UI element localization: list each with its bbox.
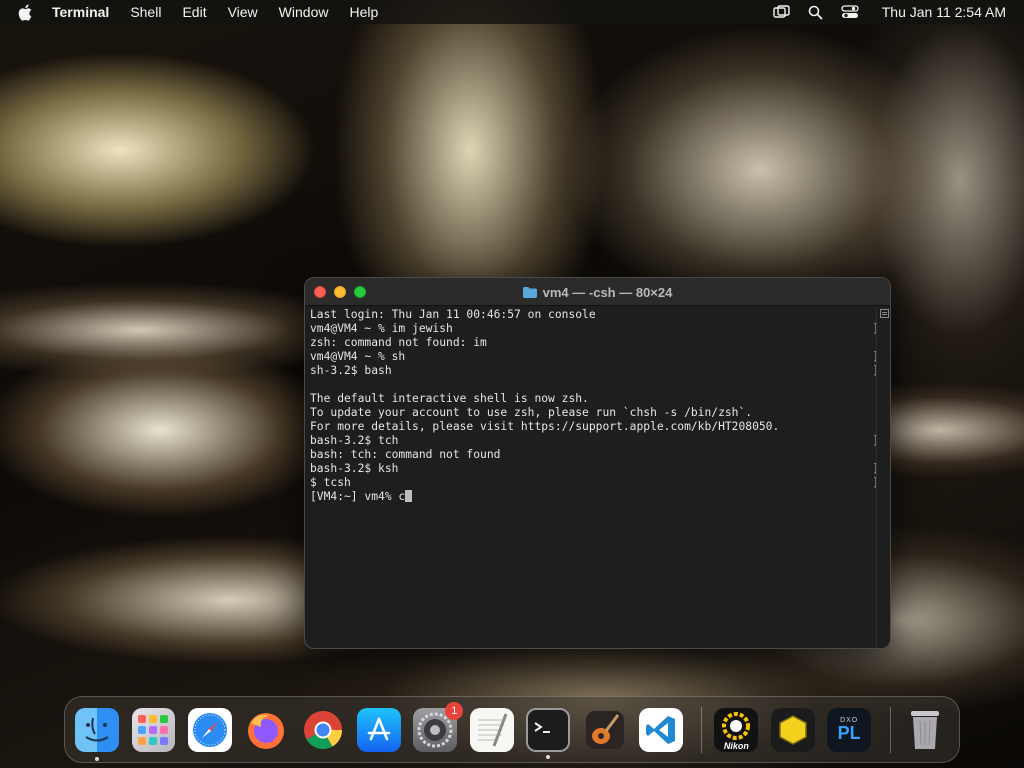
dock-trash[interactable] [903,708,947,752]
menu-help[interactable]: Help [349,4,378,20]
notification-badge: 1 [445,701,464,720]
screen-mirroring-icon[interactable] [772,4,792,20]
terminal-line: For more details, please visit https://s… [310,420,871,434]
terminal-line-text: vm4@VM4 ~ % sh [310,350,406,363]
menu-shell[interactable]: Shell [130,4,161,20]
terminal-title-text: vm4 — -csh — 80×24 [542,284,673,300]
menu-app-name[interactable]: Terminal [52,4,109,20]
dock-chrome[interactable] [301,708,345,752]
apple-icon[interactable] [18,3,36,21]
app-store-icon [367,717,391,740]
terminal-line-text: zsh: command not found: im [310,336,487,349]
terminal-icon [534,721,551,733]
running-indicator [95,756,99,761]
yellow-hexagon-icon [779,714,807,745]
terminal-line-text: bash: tch: command not found [310,448,501,461]
trash-icon [910,710,939,749]
text-cursor [405,490,413,502]
menu-edit[interactable]: Edit [182,4,206,20]
terminal-line: sh-3.2$ bash] [310,364,879,378]
menu-window[interactable]: Window [279,4,329,20]
zoom-window-button[interactable] [354,285,366,298]
minimize-window-button[interactable] [334,285,346,298]
terminal-line: vm4@VM4 ~ % sh] [310,350,879,364]
dock-app-store[interactable] [357,707,401,752]
terminal-line-text: bash-3.2$ ksh [310,462,399,475]
terminal-line: vm4@VM4 ~ % im jewish] [310,322,879,336]
terminal-line: bash-3.2$ tch] [310,434,879,448]
dock-separator [889,706,891,753]
dock-yellow-app[interactable] [770,707,815,752]
terminal-line: bash: tch: command not found [310,448,871,462]
safari-icon [192,712,227,747]
marks-indicator-icon[interactable] [880,309,889,318]
control-center-icon[interactable] [840,4,860,20]
vscode-icon [645,715,675,744]
dock-textedit[interactable] [469,707,514,752]
running-indicator [546,754,551,759]
nikon-label: Nikon [723,740,749,751]
dock-separator [701,706,703,753]
terminal-line: Last login: Thu Jan 11 00:46:57 on conso… [310,308,871,322]
textedit-icon [477,712,508,747]
menu-bar: Terminal Shell Edit View Window Help Thu… [0,0,1024,24]
folder-icon [522,286,537,298]
dock-finder[interactable] [75,707,119,761]
terminal-line-text: To update your account to use zsh, pleas… [310,406,753,419]
dock: 1 Nikon DXO PL [64,696,960,763]
firefox-icon [248,712,285,749]
terminal-line-text: sh-3.2$ bash [310,364,392,377]
dock-vscode[interactable] [639,707,683,752]
terminal-line-text: bash-3.2$ tch [310,434,399,447]
dock-terminal[interactable] [526,707,571,759]
terminal-line-text: $ tcsh [310,476,351,489]
terminal-line-text: For more details, please visit https://s… [310,420,780,433]
menu-view[interactable]: View [228,4,258,20]
terminal-output[interactable]: Last login: Thu Jan 11 00:46:57 on conso… [305,307,879,648]
terminal-title: vm4 — -csh — 80×24 [305,278,890,306]
terminal-line-text: Last login: Thu Jan 11 00:46:57 on conso… [310,308,596,321]
guitar-icon [585,710,624,749]
dock-garageband[interactable] [583,708,627,752]
terminal-line: $ tcsh] [310,476,879,490]
terminal-titlebar[interactable]: vm4 — -csh — 80×24 [305,278,890,306]
dock-system-settings[interactable]: 1 [413,701,464,752]
terminal-line-text: The default interactive shell is now zsh… [310,392,589,405]
terminal-prompt-line[interactable]: [VM4:~] vm4% c [310,490,871,504]
terminal-window[interactable]: vm4 — -csh — 80×24 Last login: Thu Jan 1… [304,277,891,649]
finder-icon [85,717,109,741]
terminal-line: To update your account to use zsh, pleas… [310,406,871,420]
search-icon[interactable] [806,4,826,20]
dock-launchpad[interactable] [131,707,176,752]
terminal-line: bash-3.2$ ksh] [310,462,879,476]
pl-label: PL [837,723,861,743]
dock-firefox[interactable] [244,708,288,752]
launchpad-icon [138,714,169,745]
chrome-icon [303,710,342,749]
terminal-line-text: vm4@VM4 ~ % im jewish [310,322,453,335]
pl-icon: DXO PL [838,717,861,742]
terminal-prompt-text: [VM4:~] vm4% c [310,490,406,503]
dock-dxo-photolab[interactable]: DXO PL [827,707,872,752]
menu-clock[interactable]: Thu Jan 11 2:54 AM [882,4,1006,20]
terminal-line: zsh: command not found: im [310,336,871,350]
dock-safari[interactable] [187,707,232,752]
dock-nikon[interactable]: Nikon [714,707,759,752]
terminal-scrollbar[interactable] [876,307,890,648]
terminal-line: The default interactive shell is now zsh… [310,392,871,406]
close-window-button[interactable] [314,285,326,298]
